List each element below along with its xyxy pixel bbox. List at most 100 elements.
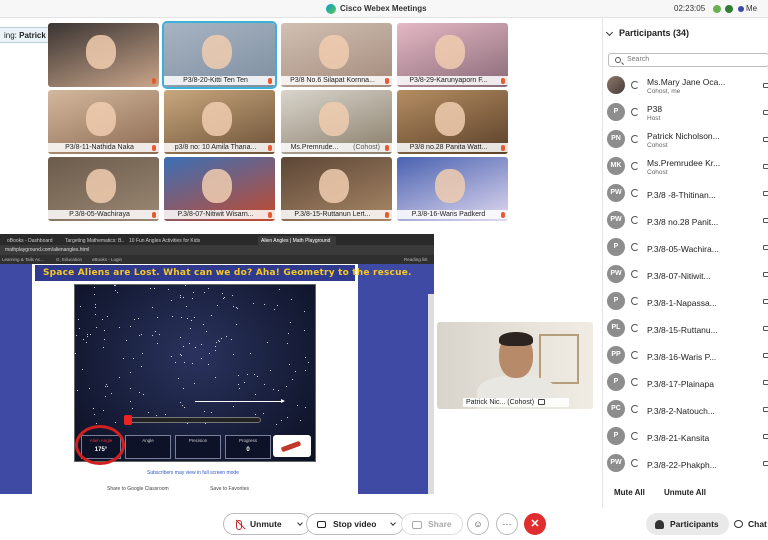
page-links: Share to Google Classroom Save to Favori… xyxy=(107,486,289,492)
star xyxy=(133,358,134,359)
star xyxy=(226,336,227,337)
star xyxy=(106,384,107,385)
star xyxy=(94,287,95,288)
self-video[interactable]: Patrick Nic... (Cohost) xyxy=(437,322,593,409)
participant-figure xyxy=(202,169,232,203)
camera-icon xyxy=(763,353,768,358)
star xyxy=(182,405,183,406)
star xyxy=(215,377,216,378)
video-tile[interactable]: P.3/8-07-Nitiwit Wisarn... xyxy=(164,157,275,221)
star xyxy=(95,314,96,315)
participant-row[interactable]: PL P.3/8-15-Ruttanu... xyxy=(607,316,768,342)
avatar: PL xyxy=(607,319,625,337)
participant-row[interactable]: PW P.3/8 no.28 Panit... xyxy=(607,208,768,234)
camera-icon xyxy=(763,326,768,331)
webex-meeting-window: Cisco Webex Meetings 02:23:05 Me ing: Pa… xyxy=(0,0,768,540)
participant-row[interactable]: PN Patrick Nicholson... Cohost xyxy=(607,127,768,153)
participant-search-input[interactable]: Search xyxy=(608,53,768,67)
star xyxy=(281,420,282,421)
star xyxy=(156,415,157,416)
chevron-down-icon[interactable] xyxy=(389,520,396,526)
tile-name: p3/8 no: 10 Amila Thana... xyxy=(164,143,275,152)
participant-row[interactable]: PW P.3/8-07-Nitiwit... xyxy=(607,262,768,288)
participant-name: Patrick Nicholson... xyxy=(647,131,720,141)
participant-row[interactable]: PW P.3/8-22-Phakph... xyxy=(607,451,768,477)
participant-row[interactable]: P P.3/8-17-Plainapa xyxy=(607,370,768,396)
star xyxy=(287,417,288,418)
star xyxy=(180,402,181,403)
video-tile[interactable] xyxy=(48,23,159,87)
participant-row[interactable]: PW P.3/8 -8-Thitinan... xyxy=(607,181,768,207)
participant-role: Host xyxy=(647,115,661,122)
participant-figure xyxy=(202,102,232,136)
star xyxy=(305,370,306,371)
participant-figure xyxy=(319,35,349,69)
camera-icon xyxy=(763,164,768,169)
video-tile[interactable]: P.3/8-15-Ruttanun Lert... xyxy=(281,157,392,221)
star xyxy=(107,386,108,387)
participant-row[interactable]: MK Ms.Premrudee Kr... Cohost xyxy=(607,154,768,180)
participant-name: P.3/8-2-Natouch... xyxy=(647,406,715,416)
mic-icon xyxy=(268,78,272,84)
stop-video-button[interactable]: Stop video xyxy=(306,513,404,535)
star xyxy=(183,297,184,298)
star xyxy=(253,303,254,304)
chat-tab[interactable]: Chat xyxy=(724,513,768,535)
browser-tab: 10 Fun Angles Activities for Kids xyxy=(129,238,201,244)
star xyxy=(183,346,184,347)
participants-tab[interactable]: Participants xyxy=(646,513,729,535)
participant-row[interactable]: P P38 Host xyxy=(607,100,768,126)
camera-icon xyxy=(763,83,768,88)
video-tile[interactable]: P3/8-20-Kitti Ten Ten xyxy=(162,21,277,89)
video-tile[interactable]: P3/8 No.6 Silapat Kornna... xyxy=(281,23,392,87)
participant-row[interactable]: PC P.3/8-2-Natouch... xyxy=(607,397,768,423)
sharing-prefix: ing: xyxy=(4,31,20,40)
participant-row[interactable]: PP P.3/8-16-Waris P... xyxy=(607,343,768,369)
star xyxy=(205,423,206,424)
participant-row[interactable]: Ms.Mary Jane Oca... Cohost, me xyxy=(607,73,768,99)
participant-row[interactable]: P P.3/8-21-Kansita xyxy=(607,424,768,450)
star xyxy=(157,317,158,318)
unmute-label: Unmute xyxy=(250,519,282,529)
end-meeting-button[interactable]: ✕ xyxy=(524,513,546,535)
avatar: P xyxy=(607,373,625,391)
unmute-all-button[interactable]: Unmute All xyxy=(664,488,706,497)
star xyxy=(222,293,223,294)
mute-all-button[interactable]: Mute All xyxy=(614,488,645,497)
star xyxy=(115,290,116,291)
star xyxy=(305,357,306,358)
video-tile[interactable]: p3/8 no: 10 Amila Thana... xyxy=(164,90,275,154)
participant-name: P38 xyxy=(647,104,663,114)
collapse-chevron-icon[interactable] xyxy=(605,28,614,37)
video-tile[interactable]: Ms.Premrude... (Cohost) xyxy=(281,90,392,154)
more-options-button[interactable]: ··· xyxy=(496,513,518,535)
star xyxy=(168,289,169,290)
star xyxy=(209,353,210,354)
star xyxy=(217,305,218,306)
star xyxy=(119,377,120,378)
chat-tab-label: Chat xyxy=(748,519,767,529)
star xyxy=(295,371,296,372)
star xyxy=(141,366,142,367)
chevron-down-icon[interactable] xyxy=(297,520,303,526)
share-button[interactable]: Share xyxy=(401,513,463,535)
video-tile[interactable]: P.3/8-05-Wachiraya xyxy=(48,157,159,221)
participant-row[interactable]: P P.3/8-1-Napassa... xyxy=(607,289,768,315)
reactions-button[interactable]: ☺ xyxy=(467,513,489,535)
star xyxy=(87,336,88,337)
video-tile[interactable]: P.3/8-16-Waris Padkerd xyxy=(397,157,508,221)
camera-icon xyxy=(317,521,326,528)
unmute-button[interactable]: Unmute xyxy=(223,513,312,535)
star xyxy=(95,307,96,308)
participant-row[interactable]: P P.3/8-05-Wachira... xyxy=(607,235,768,261)
star xyxy=(211,412,212,413)
shared-screen[interactable]: oBooks - Dashboard Targeting Mathematics… xyxy=(0,234,434,494)
video-tile[interactable]: P3/8-29-Karunyaporn F... xyxy=(397,23,508,87)
star xyxy=(79,328,80,329)
star xyxy=(83,339,84,340)
video-tile[interactable]: P3/8-11-Nathida Naka xyxy=(48,90,159,154)
search-icon xyxy=(615,57,621,63)
video-tile[interactable]: P3/8 no.28 Panita Watt... xyxy=(397,90,508,154)
star xyxy=(247,374,248,375)
star xyxy=(287,343,288,344)
